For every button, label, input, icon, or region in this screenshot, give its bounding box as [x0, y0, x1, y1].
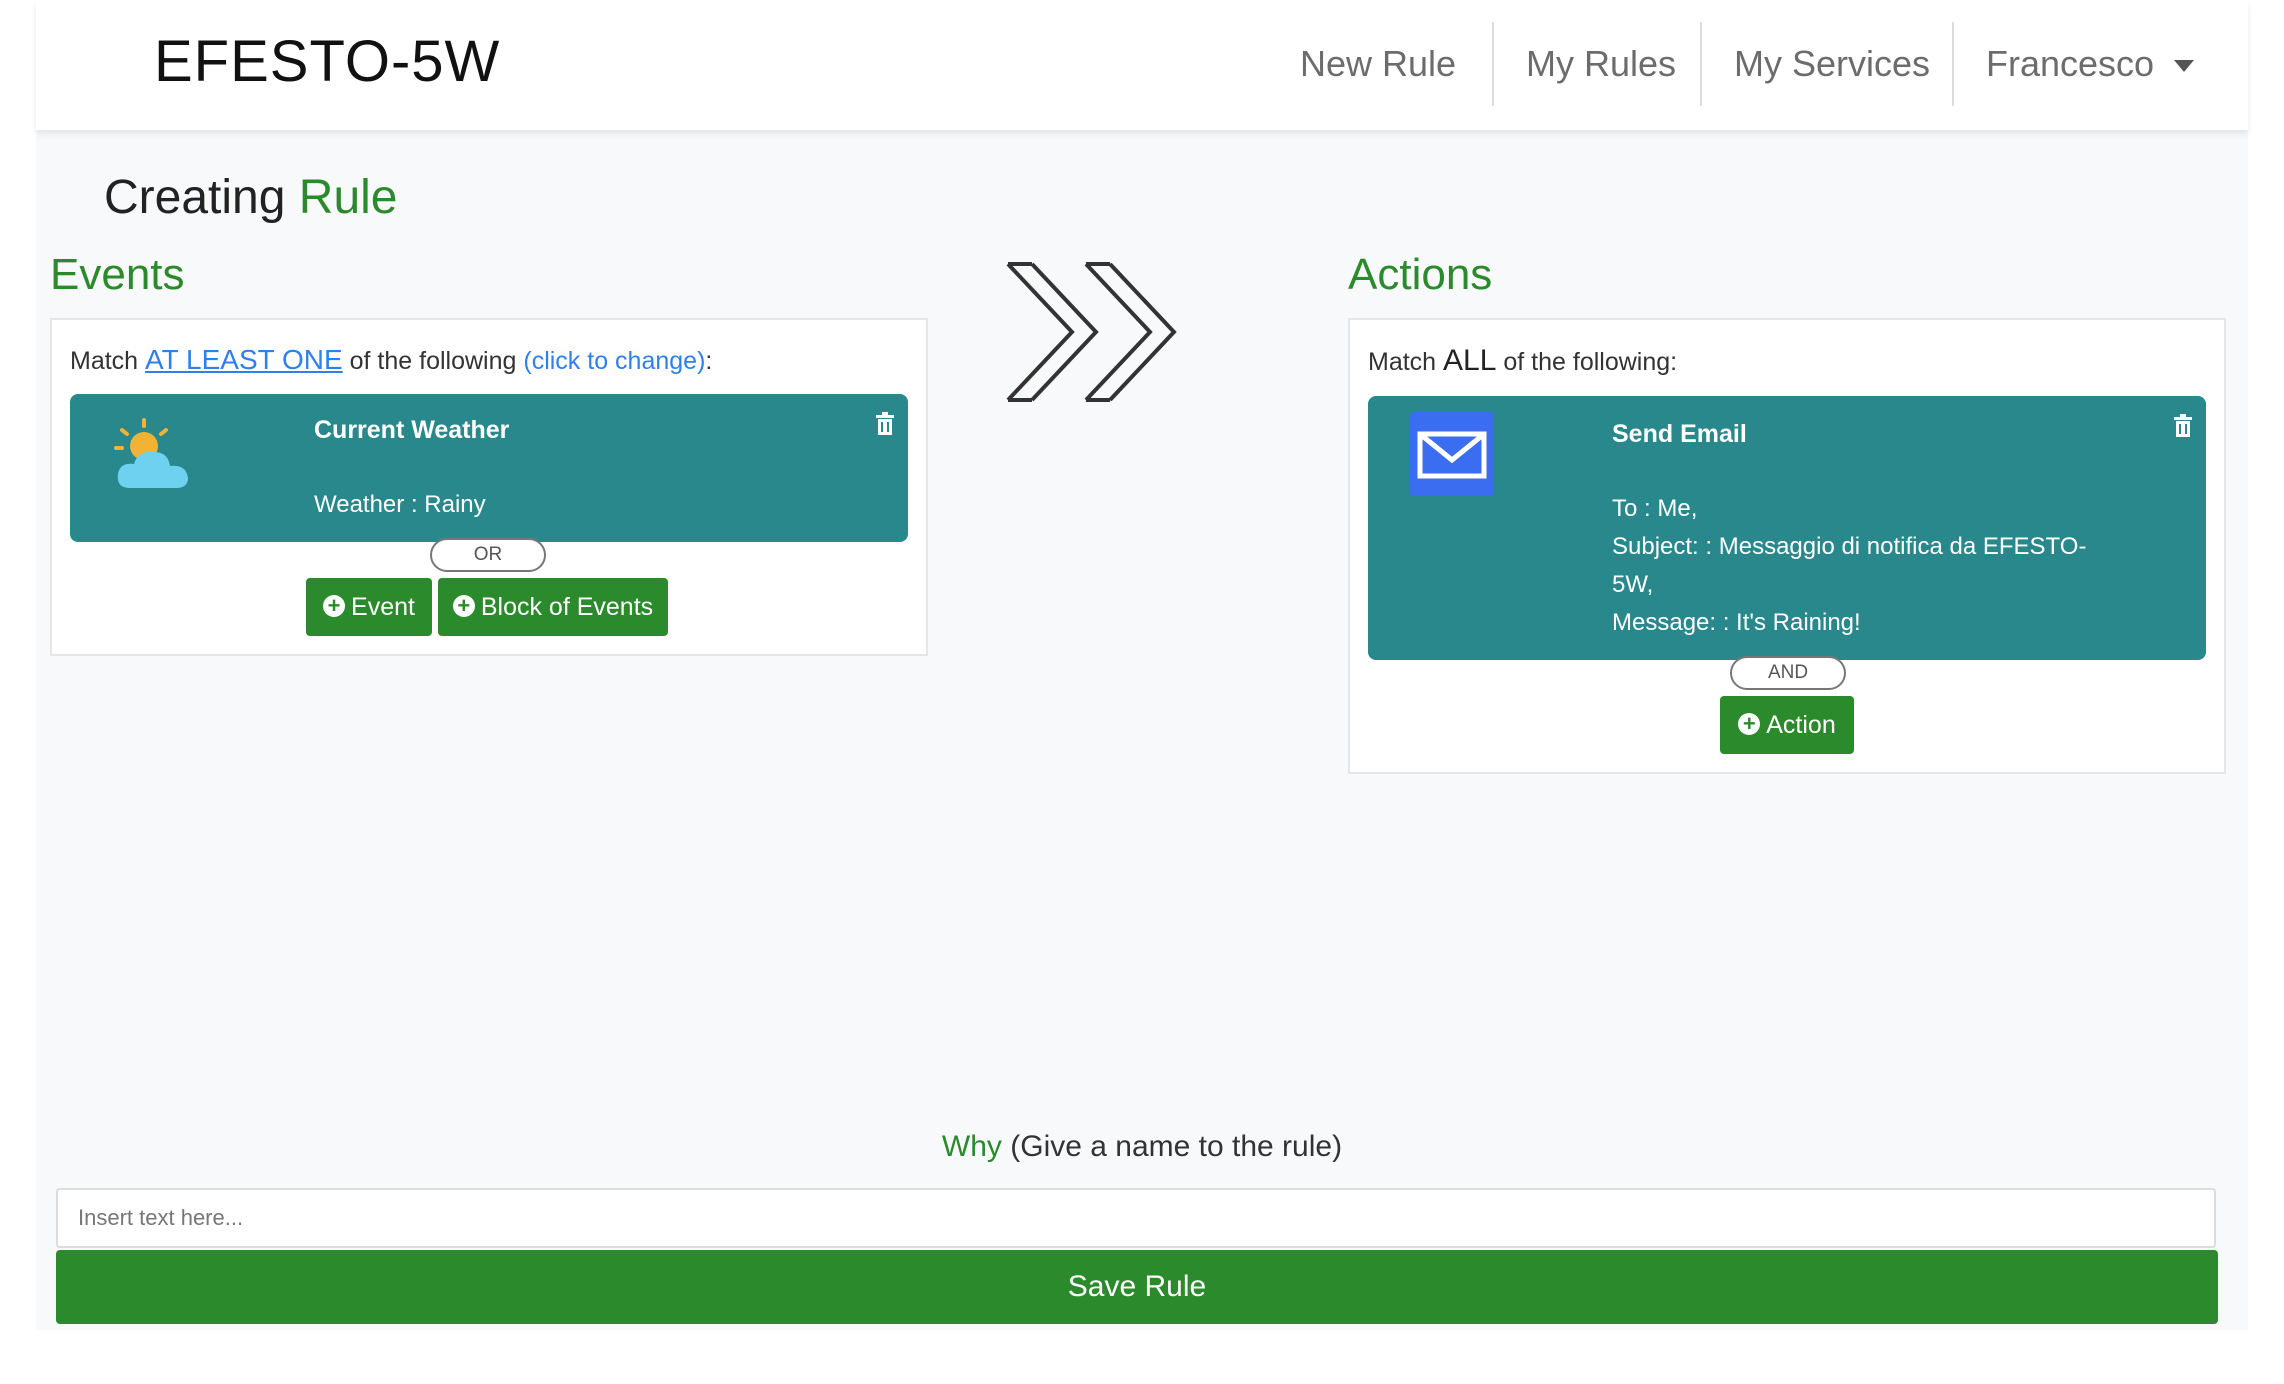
- actions-panel: Match ALL of the following: Send Email T…: [1348, 318, 2226, 774]
- match-colon: :: [705, 347, 713, 375]
- page-title-prefix: Creating: [104, 171, 286, 224]
- add-event-button[interactable]: + Event: [306, 578, 432, 636]
- partly-cloudy-icon: [114, 418, 188, 488]
- navbar: EFESTO-5W New Rule My Rules My Services …: [36, 0, 2248, 130]
- plus-circle-icon: +: [1738, 713, 1761, 736]
- email-icon: [1410, 412, 1494, 496]
- actions-heading: Actions: [1348, 250, 1493, 299]
- why-label-highlight: Why: [941, 1130, 1002, 1163]
- action-card-detail: To : Me,: [1612, 495, 1698, 522]
- action-card-title: Send Email: [1612, 420, 1747, 448]
- nav-divider: [1492, 22, 1494, 106]
- action-card-detail: Subject: : Messaggio di notifica da EFES…: [1612, 533, 2087, 560]
- actions-match-line: Match ALL of the following:: [1368, 344, 1677, 378]
- why-label: Why (Give a name to the rule): [0, 1130, 2284, 1164]
- page-title-highlight: Rule: [298, 171, 398, 224]
- add-action-button[interactable]: + Action: [1720, 696, 1854, 754]
- trash-icon[interactable]: [2172, 414, 2194, 438]
- user-menu[interactable]: Francesco: [1986, 22, 2195, 106]
- action-card-detail: 5W,: [1612, 571, 1654, 598]
- events-panel: Match AT LEAST ONE of the following (cli…: [50, 318, 928, 656]
- brand-logo[interactable]: EFESTO-5W: [154, 28, 500, 95]
- event-card-detail: Weather : Rainy: [314, 491, 486, 518]
- chevron-down-icon: [2174, 60, 2195, 73]
- match-prefix: Match: [1368, 348, 1437, 376]
- nav-divider: [1700, 22, 1702, 106]
- action-card[interactable]: Send Email To : Me, Subject: : Messaggio…: [1368, 396, 2206, 660]
- trash-icon[interactable]: [874, 412, 896, 436]
- save-rule-button[interactable]: Save Rule: [56, 1250, 2218, 1324]
- and-connector: AND: [1730, 656, 1846, 690]
- match-suffix: of the following: [349, 347, 517, 375]
- nav-new-rule[interactable]: New Rule: [1300, 22, 1456, 106]
- nav-my-services[interactable]: My Services: [1734, 22, 1930, 106]
- event-card-title: Current Weather: [314, 416, 510, 444]
- match-suffix: of the following:: [1503, 348, 1678, 376]
- match-prefix: Match: [70, 347, 139, 375]
- nav-my-rules[interactable]: My Rules: [1526, 22, 1676, 106]
- add-action-label: Action: [1766, 711, 1836, 739]
- plus-circle-icon: +: [452, 595, 475, 618]
- plus-circle-icon: +: [323, 595, 346, 618]
- add-event-label: Event: [351, 593, 415, 621]
- user-name: Francesco: [1986, 43, 2155, 84]
- why-label-rest: (Give a name to the rule): [1010, 1130, 1343, 1163]
- rule-name-input[interactable]: [56, 1188, 2216, 1248]
- match-mode-link[interactable]: AT LEAST ONE: [145, 344, 343, 375]
- action-card-detail: Message: : It's Raining!: [1612, 609, 1861, 636]
- double-chevron-right-icon: [1006, 262, 1177, 402]
- page-title: Creating Rule: [104, 170, 398, 225]
- match-mode: ALL: [1443, 344, 1497, 377]
- events-match-line: Match AT LEAST ONE of the following (cli…: [70, 344, 712, 376]
- event-card[interactable]: Current Weather Weather : Rainy: [70, 394, 908, 542]
- add-block-label: Block of Events: [480, 593, 654, 621]
- or-connector: OR: [430, 538, 546, 572]
- events-heading: Events: [50, 250, 185, 299]
- change-match-link[interactable]: (click to change): [523, 347, 705, 375]
- add-block-button[interactable]: + Block of Events: [438, 578, 668, 636]
- nav-divider: [1952, 22, 1954, 106]
